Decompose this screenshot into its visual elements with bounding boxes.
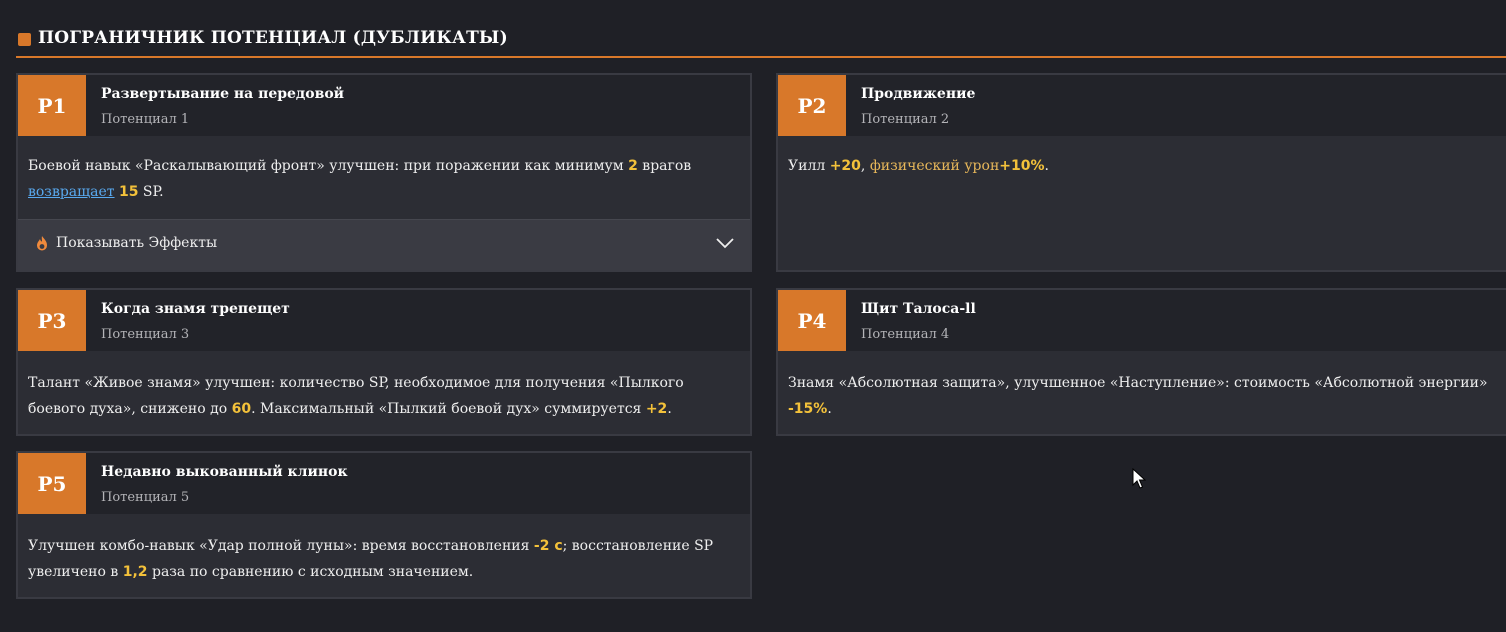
potential-card-p1: P1 Развертывание на передовой Потенциал …: [16, 73, 752, 272]
card-title: Развертывание на передовой: [101, 86, 345, 102]
card-subtitle: Потенциал 3: [101, 327, 190, 342]
highlight-value: 1,2: [122, 564, 148, 580]
highlight-value: +20: [829, 158, 861, 174]
card-header: P1 Развертывание на передовой Потенциал …: [18, 75, 750, 136]
section-title: ПОГРАНИЧНИК ПОТЕНЦИАЛ (ДУБЛИКАТЫ): [38, 28, 508, 48]
card-header: P5 Недавно выкованный клинок Потенциал 5: [18, 453, 750, 514]
card-subtitle: Потенциал 2: [861, 112, 950, 127]
flame-icon: [37, 236, 47, 251]
potential-badge: P3: [18, 290, 86, 351]
highlight-value: +10%: [999, 158, 1045, 174]
highlight-value: +2: [645, 401, 668, 417]
card-description: Боевой навык «Раскалывающий фронт» улучш…: [28, 158, 692, 200]
card-header: P2 Продвижение Потенциал 2: [778, 75, 1506, 136]
show-effects-label: Показывать Эффекты: [56, 235, 218, 251]
card-title: Недавно выкованный клинок: [101, 464, 348, 480]
potential-badge: P2: [778, 75, 846, 136]
section-header: ПОГРАНИЧНИК ПОТЕНЦИАЛ (ДУБЛИКАТЫ): [16, 22, 1506, 58]
mouse-pointer-icon: [1132, 468, 1146, 489]
card-description: Улучшен комбо-навык «Удар полной луны»: …: [28, 538, 714, 580]
sp-return-link[interactable]: возвращает: [28, 184, 115, 200]
card-header: P4 Щит Талоса-ll Потенциал 4: [778, 290, 1506, 351]
orange-square-icon: [18, 33, 31, 46]
potential-badge: P1: [18, 75, 86, 136]
show-effects-toggle[interactable]: Показывать Эффекты: [18, 219, 750, 270]
highlight-value: 60: [231, 401, 252, 417]
card-subtitle: Потенциал 4: [861, 327, 950, 342]
card-description: Знамя «Абсолютная защита», улучшенное «Н…: [788, 375, 1488, 417]
card-title: Щит Талоса-ll: [861, 301, 976, 317]
highlight-value: 15: [118, 184, 139, 200]
card-subtitle: Потенциал 5: [101, 490, 190, 505]
card-header: P3 Когда знамя трепещет Потенциал 3: [18, 290, 750, 351]
highlight-value: -2 с: [533, 538, 563, 554]
potential-card-p2: P2 Продвижение Потенциал 2 Уилл +20, физ…: [776, 73, 1506, 272]
highlight-value: -15%: [788, 401, 828, 417]
potential-card-p3: P3 Когда знамя трепещет Потенциал 3 Тала…: [16, 288, 752, 436]
potential-badge: P5: [18, 453, 86, 514]
card-title: Когда знамя трепещет: [101, 301, 290, 317]
card-title: Продвижение: [861, 86, 976, 102]
stat-name: физический урон: [869, 158, 1000, 174]
card-description: Талант «Живое знамя» улучшен: количество…: [28, 375, 684, 417]
card-description: Уилл +20, физический урон+10%.: [788, 158, 1049, 174]
chevron-down-icon[interactable]: [716, 237, 734, 249]
potential-badge: P4: [778, 290, 846, 351]
highlight-value: 2: [628, 158, 638, 174]
card-subtitle: Потенциал 1: [101, 112, 190, 127]
potential-card-p4: P4 Щит Талоса-ll Потенциал 4 Знамя «Абсо…: [776, 288, 1506, 436]
potential-card-p5: P5 Недавно выкованный клинок Потенциал 5…: [16, 451, 752, 599]
